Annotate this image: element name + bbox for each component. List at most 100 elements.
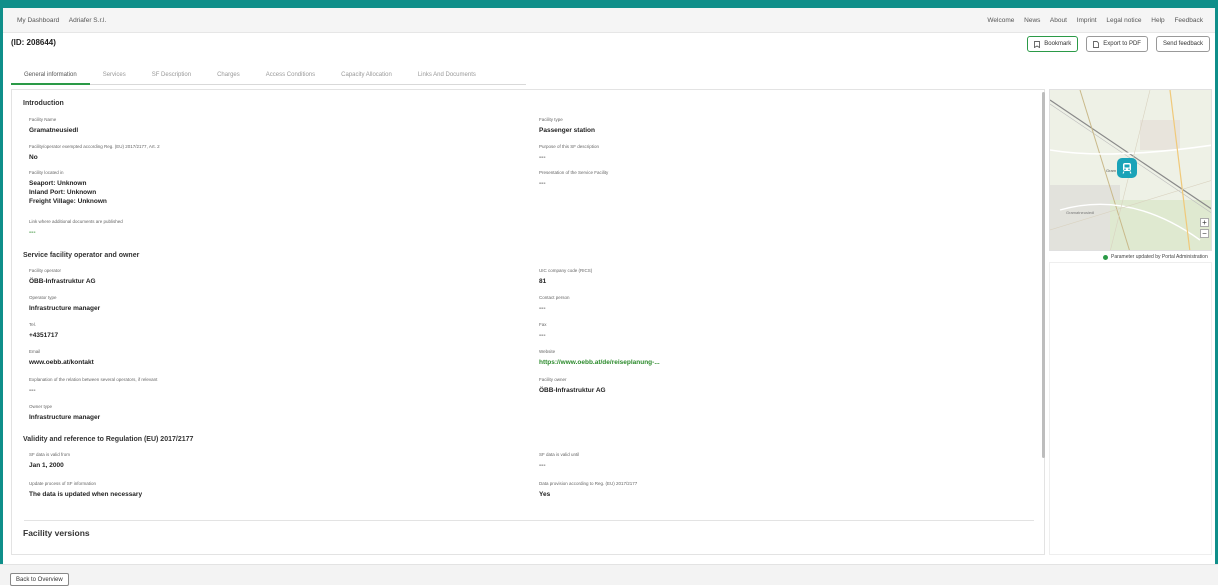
field-label: Facility operator	[29, 268, 62, 273]
page-title: (ID: 208644)	[11, 38, 56, 47]
field-facility-owner: Facility owner ÖBB-Infrastruktur AG	[539, 377, 606, 395]
field-value: www.oebb.at/kontakt	[29, 359, 94, 366]
location-map[interactable]: Gram Gramatneusiedl + −	[1049, 89, 1212, 251]
field-value: Gramatneusiedl	[29, 127, 79, 134]
field-valid-until: SF data is valid until ---	[539, 452, 579, 470]
field-label: UIC company code (RICS)	[539, 268, 593, 273]
back-to-overview-button[interactable]: Back to Overview	[10, 573, 69, 586]
field-label: Facility owner	[539, 377, 567, 382]
field-label: Email	[29, 349, 41, 354]
field-label: Contact person	[539, 295, 570, 300]
field-value: Freight Village: Unknown	[29, 198, 107, 205]
field-purpose: Purpose of this SF description ---	[539, 144, 599, 162]
nav-company-name[interactable]: Adriafer S.r.l.	[69, 17, 107, 24]
field-tel: Tel. +4351717	[29, 322, 58, 340]
bookmark-icon	[1034, 40, 1041, 48]
field-email: Email www.oebb.at/kontakt	[29, 349, 94, 367]
field-label: SF data is valid from	[29, 452, 71, 457]
document-icon	[1093, 40, 1100, 48]
tab-access-conditions[interactable]: Access Conditions	[253, 66, 328, 85]
field-facility-name: Facility Name Gramatneusiedl	[29, 117, 78, 135]
field-fax: Fax ---	[539, 322, 547, 340]
nav-legal-notice[interactable]: Legal notice	[1106, 17, 1141, 24]
nav-help[interactable]: Help	[1151, 17, 1164, 24]
legend-dot-icon	[1103, 254, 1108, 260]
field-label: Presentation of the Service Facility	[539, 170, 609, 175]
field-value: Yes	[539, 491, 551, 498]
field-label: Data provision according to Reg. (EU) 20…	[539, 481, 638, 486]
nav-my-dashboard[interactable]: My Dashboard	[17, 17, 59, 24]
field-label: Update process of SF information	[29, 481, 97, 486]
field-facility-operator: Facility operator ÖBB-Infrastruktur AG	[29, 268, 96, 286]
field-website: Website https://www.oebb.at/de/reiseplan…	[539, 349, 660, 367]
nav-imprint[interactable]: Imprint	[1077, 17, 1097, 24]
bookmark-button[interactable]: Bookmark	[1027, 36, 1079, 52]
tab-general-information[interactable]: General information	[11, 66, 90, 85]
train-icon	[1122, 163, 1132, 174]
field-exempted: Facility/operator exempted according Reg…	[29, 144, 160, 162]
field-label: Facility Name	[29, 117, 57, 122]
field-operator-type: Operator type Infrastructure manager	[29, 295, 100, 313]
zoom-in-button[interactable]: +	[1200, 218, 1209, 227]
field-facility-type: Facility type Passenger station	[539, 117, 595, 135]
field-value: ---	[29, 387, 36, 394]
field-contact-person: Contact person ---	[539, 295, 570, 313]
nav-feedback[interactable]: Feedback	[1174, 17, 1203, 24]
tab-services[interactable]: Services	[90, 66, 139, 85]
map-town-label: Gram	[1106, 168, 1116, 173]
section-divider	[24, 520, 1034, 521]
field-label: Facility type	[539, 117, 563, 122]
field-label: Facility/operator exempted according Reg…	[29, 144, 160, 149]
field-value: Infrastructure manager	[29, 414, 101, 421]
top-navigation: My Dashboard Adriafer S.r.l. Welcome New…	[3, 8, 1215, 33]
field-value: ÖBB-Infrastruktur AG	[29, 278, 96, 285]
field-label: Facility located in	[29, 170, 64, 175]
field-owner-type: Owner type Infrastructure manager	[29, 404, 100, 422]
tab-sf-description[interactable]: SF Description	[139, 66, 204, 85]
send-feedback-label: Send feedback	[1162, 41, 1203, 47]
send-feedback-button[interactable]: Send feedback	[1155, 36, 1210, 52]
tab-capacity-allocation[interactable]: Capacity Allocation	[328, 66, 405, 85]
tab-bar: General information Services SF Descript…	[11, 66, 526, 85]
nav-welcome[interactable]: Welcome	[987, 17, 1014, 24]
header-actions: Bookmark Export to PDF Send feedback	[1027, 36, 1210, 52]
panel-scrollbar[interactable]	[1042, 92, 1045, 458]
website-link[interactable]: https://www.oebb.at/de/reiseplanung-...	[539, 358, 660, 367]
field-value: The data is updated when necessary	[29, 491, 143, 498]
section-introduction: Introduction	[23, 100, 64, 107]
tab-charges[interactable]: Charges	[204, 66, 253, 85]
field-label: Operator type	[29, 295, 57, 300]
field-update-process: Update process of SF information The dat…	[29, 481, 142, 499]
field-value: ---	[539, 180, 546, 187]
field-value-link[interactable]: ---	[29, 228, 123, 237]
train-station-marker-icon[interactable]	[1117, 158, 1137, 178]
map-legend: Parameter updated by Portal Administrati…	[1103, 254, 1208, 260]
side-panel	[1049, 262, 1212, 555]
field-value: ---	[539, 332, 546, 339]
map-town-label-2: Gramatneusiedl	[1066, 210, 1095, 215]
nav-news[interactable]: News	[1024, 17, 1040, 24]
field-value: Jan 1, 2000	[29, 462, 64, 469]
field-value: No	[29, 154, 38, 161]
field-value: Seaport: Unknown	[29, 180, 87, 187]
zoom-out-button[interactable]: −	[1200, 229, 1209, 238]
bookmark-label: Bookmark	[1044, 41, 1072, 47]
field-label: Owner type	[29, 404, 53, 409]
facility-versions-heading[interactable]: Facility versions	[23, 528, 90, 538]
field-label: Purpose of this SF description	[539, 144, 600, 149]
section-validity: Validity and reference to Regulation (EU…	[23, 436, 194, 443]
field-label: Tel.	[29, 322, 37, 327]
section-operator-owner: Service facility operator and owner	[23, 252, 140, 259]
field-value: Inland Port: Unknown	[29, 189, 97, 196]
field-label: Fax	[539, 322, 547, 327]
legend-label: Parameter updated by Portal Administrati…	[1111, 254, 1208, 260]
field-label: Link where additional documents are publ…	[29, 219, 123, 224]
field-label: SF data is valid until	[539, 452, 580, 457]
export-pdf-button[interactable]: Export to PDF	[1086, 36, 1148, 52]
nav-about[interactable]: About	[1050, 17, 1067, 24]
field-label: Website	[539, 349, 556, 354]
field-uic-code: UIC company code (RICS) 81	[539, 268, 592, 286]
tab-links-and-documents[interactable]: Links And Documents	[405, 66, 489, 85]
field-value: +4351717	[29, 332, 59, 339]
export-pdf-label: Export to PDF	[1103, 41, 1141, 47]
